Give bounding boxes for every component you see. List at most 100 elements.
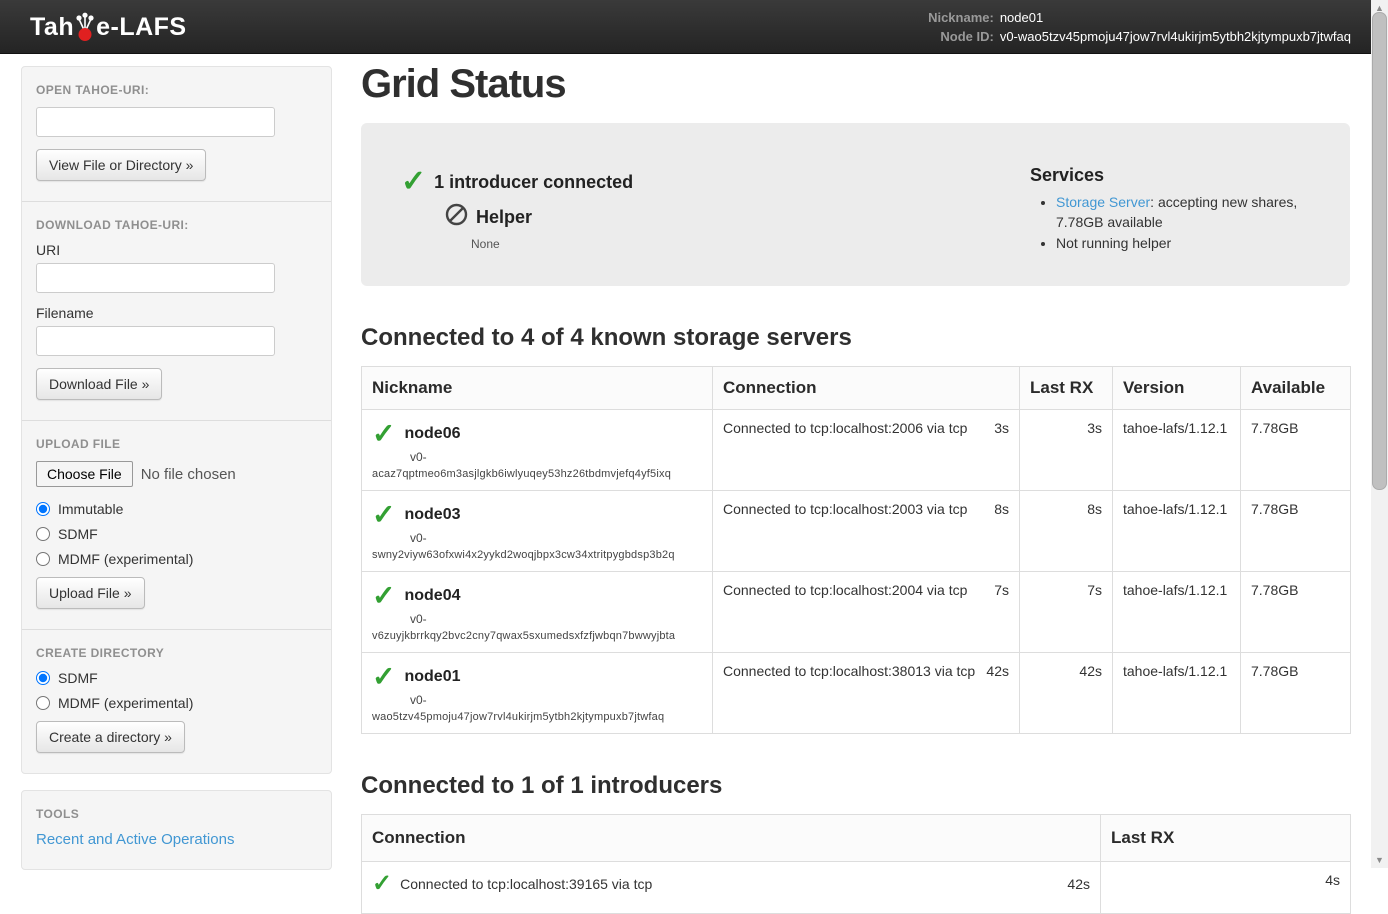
introducer-table-header-row: Connection Last RX [362, 815, 1351, 862]
col-header-connection: Connection [713, 367, 1020, 410]
col-header-available: Available [1241, 367, 1351, 410]
table-row: ✓ node03 v0- swny2viyw63ofxwi4x2yykd2woq… [362, 491, 1351, 572]
page-title: Grid Status [361, 62, 1350, 107]
connection-age: 42s [1067, 876, 1090, 892]
check-icon: ✓ [372, 872, 392, 896]
upload-format-option-mdmf[interactable]: MDMF (experimental) [36, 551, 317, 567]
upload-file-section: UPLOAD FILE Choose File No file chosen I… [22, 420, 331, 629]
server-nodeid: swny2viyw63ofxwi4x2yykd2woqjbpx3cw34xtri… [372, 549, 702, 561]
introducer-status-text: 1 introducer connected [434, 172, 633, 193]
upload-format-option-sdmf[interactable]: SDMF [36, 526, 317, 542]
dir-mdmf-radio-label: MDMF (experimental) [58, 695, 193, 711]
server-version: tahoe-lafs/1.12.1 [1113, 653, 1241, 734]
scrollbar-thumb[interactable] [1372, 12, 1387, 490]
choose-file-button[interactable]: Choose File [36, 461, 133, 487]
introducers-table: Connection Last RX ✓ Connected to tcp:lo… [361, 814, 1351, 914]
server-nickname: node01 [404, 668, 460, 686]
tahoe-lafs-logo: Tah e-LAFS [30, 12, 187, 42]
dir-sdmf-radio[interactable] [36, 671, 50, 685]
node-id-value: v0-wao5tzv45pmoju47jow7rvl4ukirjm5ytbh2k… [1000, 29, 1351, 44]
sidebar: OPEN TAHOE-URI: View File or Directory »… [21, 66, 332, 870]
dir-sdmf-radio-label: SDMF [58, 670, 98, 686]
table-row: ✓ node06 v0- acaz7qptmeo6m3asjlgkb6iwlyu… [362, 410, 1351, 491]
server-last-rx: 42s [1020, 653, 1113, 734]
create-directory-label: CREATE DIRECTORY [36, 646, 317, 660]
server-connection: Connected to tcp:localhost:38013 via tcp [723, 663, 975, 679]
server-nodeid-prefix: v0- [410, 612, 702, 626]
server-nodeid: v6zuyjkbrrkqy2bvc2cny7qwax5sxumedsxfzfjw… [372, 630, 702, 642]
introducers-heading: Connected to 1 of 1 introducers [361, 772, 1350, 800]
dir-mdmf-radio[interactable] [36, 696, 50, 710]
tahoe-tree-icon [75, 12, 95, 42]
scroll-down-arrow-icon[interactable]: ▼ [1371, 852, 1388, 868]
node-id-label: Node ID: [928, 29, 994, 44]
immutable-radio-label: Immutable [58, 501, 123, 517]
col-header-nickname: Nickname [362, 367, 713, 410]
dir-format-option-sdmf[interactable]: SDMF [36, 670, 317, 686]
storage-table-header-row: Nickname Connection Last RX Version Avai… [362, 367, 1351, 410]
no-helper-icon [445, 203, 468, 231]
create-directory-button[interactable]: Create a directory » [36, 721, 185, 753]
download-filename-input[interactable] [36, 326, 275, 356]
check-icon: ✓ [372, 582, 395, 610]
server-available: 7.78GB [1241, 410, 1351, 491]
open-uri-label: OPEN TAHOE-URI: [36, 83, 317, 97]
dir-format-option-mdmf[interactable]: MDMF (experimental) [36, 695, 317, 711]
download-file-button[interactable]: Download File » [36, 368, 162, 400]
helper-value: None [471, 237, 633, 251]
vertical-scrollbar[interactable]: ▲ ▼ [1371, 0, 1388, 868]
introducer-connection: Connected to tcp:localhost:39165 via tcp [400, 876, 1059, 892]
storage-server-link[interactable]: Storage Server [1056, 194, 1150, 210]
server-last-rx: 8s [1020, 491, 1113, 572]
upload-sdmf-radio[interactable] [36, 527, 50, 541]
server-connection: Connected to tcp:localhost:2006 via tcp [723, 420, 967, 436]
server-available: 7.78GB [1241, 653, 1351, 734]
server-nodeid: acaz7qptmeo6m3asjlgkb6iwlyuqey53hz26tbdm… [372, 468, 702, 480]
connection-age: 3s [994, 420, 1009, 436]
server-nodeid-prefix: v0- [410, 693, 702, 707]
open-uri-input[interactable] [36, 107, 275, 137]
view-file-button[interactable]: View File or Directory » [36, 149, 206, 181]
upload-sdmf-radio-label: SDMF [58, 526, 98, 542]
download-uri-section: DOWNLOAD TAHOE-URI: URI Filename Downloa… [22, 201, 331, 420]
introducer-last-rx: 4s [1101, 862, 1351, 914]
uri-field-label: URI [36, 242, 317, 258]
server-connection: Connected to tcp:localhost:2003 via tcp [723, 501, 967, 517]
filename-field-label: Filename [36, 305, 317, 321]
logo-text-pre: Tah [30, 13, 74, 42]
check-icon: ✓ [372, 663, 395, 691]
check-icon: ✓ [372, 420, 395, 448]
upload-mdmf-radio-label: MDMF (experimental) [58, 551, 193, 567]
recent-operations-link[interactable]: Recent and Active Operations [36, 831, 234, 848]
server-available: 7.78GB [1241, 491, 1351, 572]
services-title: Services [1030, 165, 1332, 186]
connection-age: 7s [994, 582, 1009, 598]
server-nodeid-prefix: v0- [410, 531, 702, 545]
table-row: ✓ Connected to tcp:localhost:39165 via t… [362, 862, 1351, 914]
col-header-last-rx: Last RX [1020, 367, 1113, 410]
upload-file-label: UPLOAD FILE [36, 437, 317, 451]
no-file-chosen-text: No file chosen [141, 466, 236, 483]
download-uri-input[interactable] [36, 263, 275, 293]
server-nodeid-prefix: v0- [410, 450, 702, 464]
sidebar-forms-panel: OPEN TAHOE-URI: View File or Directory »… [21, 66, 332, 774]
server-version: tahoe-lafs/1.12.1 [1113, 410, 1241, 491]
immutable-radio[interactable] [36, 502, 50, 516]
upload-format-option-immutable[interactable]: Immutable [36, 501, 317, 517]
nickname-label: Nickname: [928, 10, 994, 25]
check-icon: ✓ [372, 501, 395, 529]
storage-servers-heading: Connected to 4 of 4 known storage server… [361, 324, 1350, 352]
table-row: ✓ node04 v0- v6zuyjkbrrkqy2bvc2cny7qwax5… [362, 572, 1351, 653]
upload-mdmf-radio[interactable] [36, 552, 50, 566]
server-connection: Connected to tcp:localhost:2004 via tcp [723, 582, 967, 598]
upload-file-button[interactable]: Upload File » [36, 577, 145, 609]
check-icon: ✓ [401, 167, 426, 197]
tools-panel: TOOLS Recent and Active Operations [21, 790, 332, 870]
node-info: Nickname: node01 Node ID: v0-wao5tzv45pm… [928, 10, 1351, 44]
col-header-connection: Connection [362, 815, 1101, 862]
service-storage-item: Storage Server: accepting new shares, 7.… [1056, 192, 1332, 233]
connection-age: 8s [994, 501, 1009, 517]
col-header-version: Version [1113, 367, 1241, 410]
server-last-rx: 7s [1020, 572, 1113, 653]
server-nodeid: wao5tzv45pmoju47jow7rvl4ukirjm5ytbh2kjty… [372, 711, 702, 723]
